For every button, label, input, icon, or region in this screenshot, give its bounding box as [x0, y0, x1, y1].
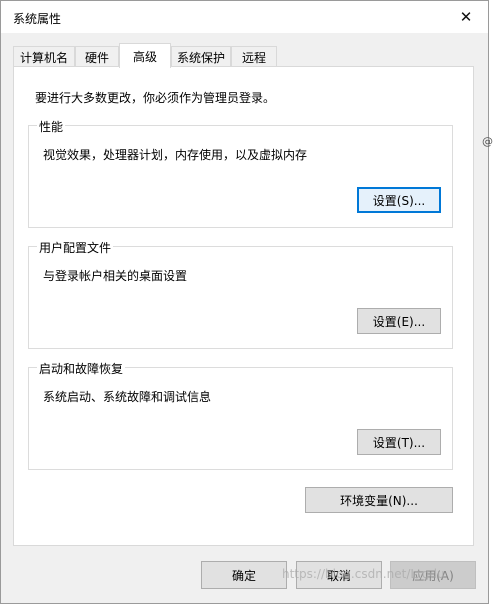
user-profiles-description: 与登录帐户相关的桌面设置: [43, 269, 188, 283]
button-label: 环境变量(N)...: [340, 493, 418, 508]
close-icon[interactable]: ✕: [444, 1, 488, 33]
performance-settings-button[interactable]: 设置(S)...: [357, 187, 441, 213]
tab-remote[interactable]: 远程: [231, 46, 277, 67]
tab-system-protection[interactable]: 系统保护: [171, 46, 231, 67]
button-label: 设置(S)...: [372, 193, 426, 208]
window-title: 系统属性: [13, 12, 62, 26]
startup-recovery-group-title: 启动和故障恢复: [37, 360, 126, 377]
tab-computer-name[interactable]: 计算机名: [13, 46, 75, 67]
system-properties-window: 系统属性 ✕ 计算机名 硬件 高级 系统保护 远程 要进行大多数更改，你必须作为…: [0, 0, 489, 604]
user-profiles-group: 用户配置文件 与登录帐户相关的桌面设置 设置(E)...: [28, 239, 453, 349]
tab-label: 高级: [132, 49, 157, 64]
advanced-tab-panel: 要进行大多数更改，你必须作为管理员登录。 性能 视觉效果，处理器计划，内存使用，…: [13, 66, 474, 546]
watermark: https://blog.csdn.net/Ltgdu: [282, 567, 445, 581]
background-text-fragment: @: [482, 135, 493, 148]
tab-label: 计算机名: [19, 50, 68, 65]
admin-notice: 要进行大多数更改，你必须作为管理员登录。: [35, 91, 276, 105]
tab-label: 系统保护: [176, 50, 225, 65]
performance-group: 性能 视觉效果，处理器计划，内存使用，以及虚拟内存 设置(S)...: [28, 118, 453, 228]
button-label: 确定: [231, 568, 256, 583]
tab-label: 远程: [241, 50, 266, 65]
ok-button[interactable]: 确定: [201, 561, 287, 589]
title-bar[interactable]: 系统属性 ✕: [1, 1, 488, 33]
startup-recovery-settings-button[interactable]: 设置(T)...: [357, 429, 441, 455]
tab-hardware[interactable]: 硬件: [75, 46, 119, 67]
startup-recovery-group: 启动和故障恢复 系统启动、系统故障和调试信息 设置(T)...: [28, 360, 453, 470]
user-profiles-group-title: 用户配置文件: [37, 239, 114, 256]
button-label: 设置(T)...: [372, 435, 426, 450]
startup-recovery-description: 系统启动、系统故障和调试信息: [43, 390, 212, 404]
performance-group-title: 性能: [37, 118, 66, 135]
button-label: 设置(E)...: [372, 314, 426, 329]
user-profiles-settings-button[interactable]: 设置(E)...: [357, 308, 441, 334]
environment-variables-button[interactable]: 环境变量(N)...: [305, 487, 453, 513]
tab-advanced[interactable]: 高级: [119, 43, 171, 68]
performance-description: 视觉效果，处理器计划，内存使用，以及虚拟内存: [43, 148, 308, 162]
tab-label: 硬件: [84, 50, 109, 65]
